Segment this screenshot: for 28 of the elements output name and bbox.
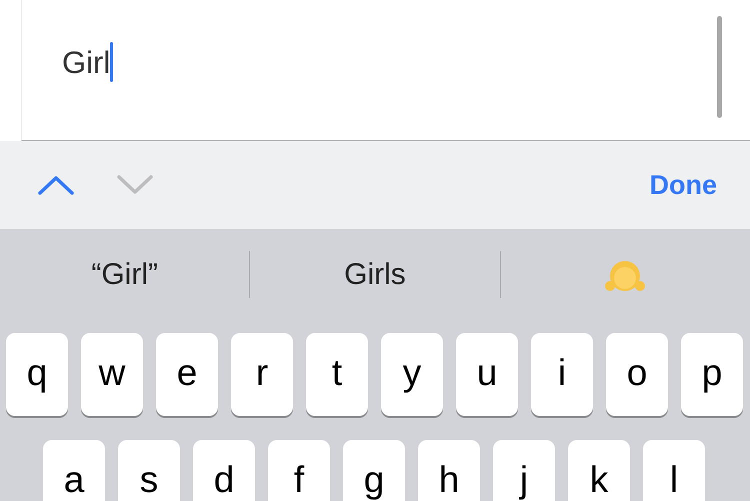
done-button[interactable]: Done [650, 164, 717, 206]
keyboard-key[interactable]: e [156, 333, 218, 416]
keyboard-key[interactable]: k [568, 440, 630, 501]
keyboard-key[interactable]: o [606, 333, 668, 416]
keyboard-key[interactable]: r [231, 333, 293, 416]
suggestion[interactable]: “Girl” [91, 260, 158, 290]
keyboard-key[interactable]: i [531, 333, 593, 416]
keyboard-key[interactable]: h [418, 440, 480, 501]
keyboard-key[interactable]: p [681, 333, 743, 416]
keyboard-key[interactable]: l [643, 440, 705, 501]
keyboard-key[interactable]: d [193, 440, 255, 501]
suggestion[interactable]: Girls [344, 260, 406, 290]
keyboard-key[interactable]: g [343, 440, 405, 501]
keyboard-key[interactable]: w [81, 333, 143, 416]
typed-text: Girl [62, 46, 110, 78]
keyboard-key[interactable]: q [6, 333, 68, 416]
previous-button[interactable] [37, 173, 75, 197]
keyboard-key[interactable]: u [456, 333, 518, 416]
keyboard-key[interactable]: f [268, 440, 330, 501]
keyboard-key[interactable]: t [306, 333, 368, 416]
chevron-up-icon [38, 175, 74, 195]
keyboard-key[interactable]: s [118, 440, 180, 501]
text-cursor [110, 42, 114, 82]
chevron-down-icon [117, 175, 153, 195]
keyboard-key[interactable]: a [43, 440, 105, 501]
keyboard-key[interactable]: y [381, 333, 443, 416]
text-area[interactable]: Girl [21, 0, 750, 141]
keyboard-key[interactable]: j [493, 440, 555, 501]
